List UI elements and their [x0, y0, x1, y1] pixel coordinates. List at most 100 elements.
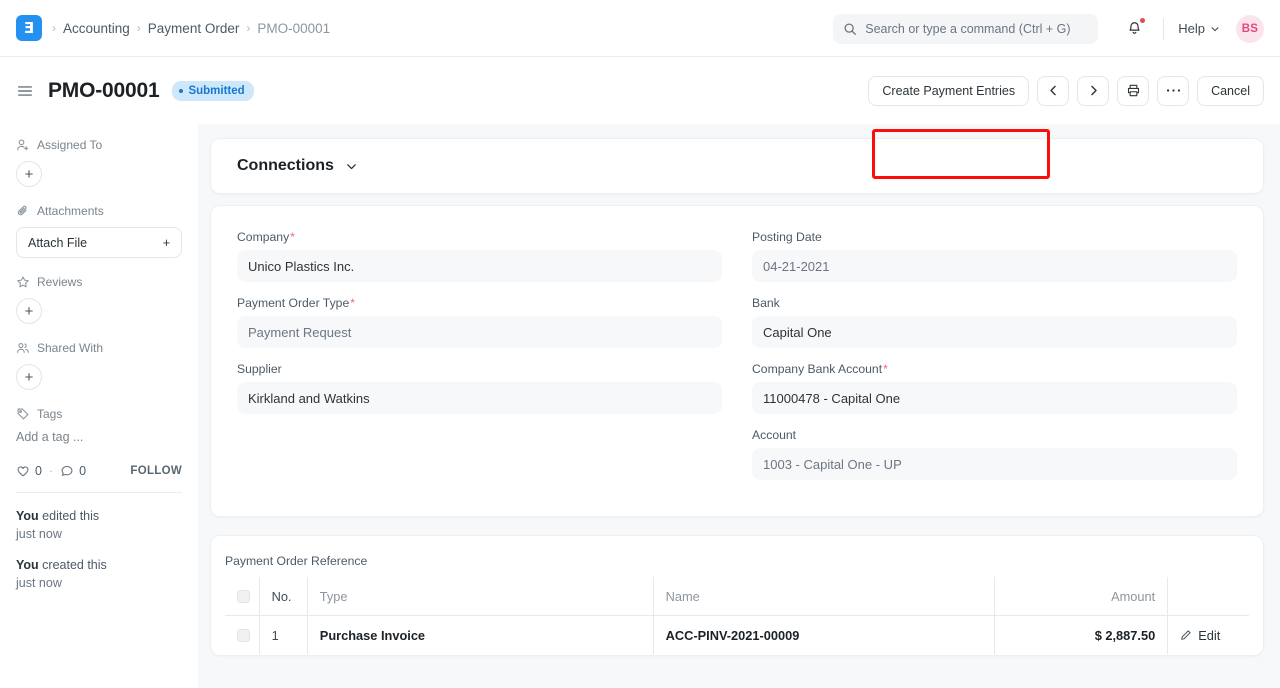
comment-count: 0 [79, 464, 86, 478]
field-payment-order-type-value[interactable]: Payment Request [237, 316, 722, 348]
tag-icon [16, 407, 30, 421]
star-icon [16, 275, 30, 289]
field-posting-date-label: Posting Date [752, 230, 1237, 244]
ellipsis-icon [1166, 88, 1181, 93]
like-count-group[interactable]: 0 [16, 464, 42, 478]
activity-item: You edited this just now [16, 507, 182, 543]
attachments-label-row: Attachments [16, 204, 182, 218]
breadcrumb-item-current: PMO-00001 [257, 21, 330, 36]
field-supplier-value[interactable]: Kirkland and Watkins [237, 382, 722, 414]
row-checkbox[interactable] [237, 629, 250, 642]
field-bank: Bank Capital One [752, 296, 1237, 348]
document-main: Connections Company* Unico Plastics Inc.… [198, 124, 1280, 688]
activity-actor: You [16, 558, 39, 572]
table-row[interactable]: 1 Purchase Invoice ACC-PINV-2021-00009 $… [225, 616, 1250, 655]
like-count: 0 [35, 464, 42, 478]
shared-with-label-row: Shared With [16, 341, 182, 355]
shared-with-label: Shared With [37, 341, 103, 355]
app-logo-letter: E [24, 21, 34, 36]
help-menu[interactable]: Help [1178, 21, 1220, 36]
connections-title: Connections [237, 157, 334, 175]
required-marker: * [883, 362, 888, 376]
field-payment-order-type-label: Payment Order Type* [237, 296, 722, 310]
select-all-checkbox[interactable] [237, 590, 250, 603]
tags-label: Tags [37, 407, 62, 421]
printer-icon [1126, 83, 1141, 98]
sidebar-footer: 0 · 0 FOLLOW You edited this just now [16, 464, 182, 593]
chevron-left-icon [1047, 84, 1060, 97]
edit-row-button[interactable]: Edit [1180, 628, 1237, 643]
top-navbar: E › Accounting › Payment Order › PMO-000… [0, 0, 1280, 57]
previous-document-button[interactable] [1037, 76, 1069, 106]
payment-order-reference-label: Payment Order Reference [225, 554, 1250, 568]
form-column-left: Company* Unico Plastics Inc. Payment Ord… [237, 230, 722, 494]
add-review-button[interactable]: + [16, 298, 42, 324]
sidebar-section-attachments: Attachments Attach File + [16, 204, 182, 258]
field-bank-value[interactable]: Capital One [752, 316, 1237, 348]
engagement-row: 0 · 0 FOLLOW [16, 464, 182, 492]
column-header-type: Type [307, 577, 653, 616]
field-account: Account 1003 - Capital One - UP [752, 428, 1237, 480]
edit-label: Edit [1198, 628, 1220, 643]
field-company-value[interactable]: Unico Plastics Inc. [237, 250, 722, 282]
field-account-value[interactable]: 1003 - Capital One - UP [752, 448, 1237, 480]
assigned-to-label: Assigned To [37, 138, 102, 152]
app-logo[interactable]: E [16, 15, 42, 41]
attachments-label: Attachments [37, 204, 104, 218]
field-posting-date-value[interactable]: 04-21-2021 [752, 250, 1237, 282]
breadcrumb-item-payment-order[interactable]: Payment Order [148, 21, 240, 36]
table-header-row: No. Type Name Amount [225, 577, 1250, 616]
page-header: PMO-00001 Submitted Create Payment Entri… [0, 57, 1280, 124]
payment-order-reference-table: No. Type Name Amount 1 Purchase Invoice … [224, 576, 1250, 655]
cell-no: 1 [259, 616, 307, 655]
chevron-down-icon [1210, 24, 1220, 34]
assigned-to-label-row: Assigned To [16, 138, 182, 152]
search-icon [843, 22, 857, 36]
next-document-button[interactable] [1077, 76, 1109, 106]
cell-name: ACC-PINV-2021-00009 [653, 616, 995, 655]
tags-label-row: Tags [16, 407, 182, 421]
avatar-initials: BS [1242, 23, 1259, 35]
reviews-label: Reviews [37, 275, 82, 289]
print-button[interactable] [1117, 76, 1149, 106]
chevron-right-icon [1087, 84, 1100, 97]
breadcrumb-separator-icon: › [52, 21, 56, 35]
attach-file-label: Attach File [28, 236, 87, 250]
more-options-button[interactable] [1157, 76, 1189, 106]
field-supplier: Supplier Kirkland and Watkins [237, 362, 722, 414]
pencil-icon [1180, 629, 1192, 641]
search-box[interactable] [833, 14, 1098, 44]
users-icon [16, 341, 30, 355]
required-marker: * [290, 230, 295, 244]
cancel-button[interactable]: Cancel [1197, 76, 1264, 106]
add-share-button[interactable]: + [16, 364, 42, 390]
avatar[interactable]: BS [1236, 15, 1264, 43]
plus-icon: + [163, 236, 170, 250]
document-sidebar: Assigned To + Attachments Attach File + [0, 124, 198, 688]
activity-time: just now [16, 574, 182, 592]
connections-toggle[interactable]: Connections [237, 157, 1237, 175]
user-plus-icon [16, 138, 30, 152]
heart-icon [16, 464, 30, 478]
status-badge-label: Submitted [188, 85, 244, 97]
sidebar-toggle-icon[interactable] [16, 82, 34, 100]
notifications-button[interactable] [1120, 14, 1149, 43]
chevron-down-icon [345, 160, 358, 173]
create-payment-entries-button[interactable]: Create Payment Entries [868, 76, 1029, 106]
attach-file-button[interactable]: Attach File + [16, 227, 182, 258]
field-company-bank-account-value[interactable]: 11000478 - Capital One [752, 382, 1237, 414]
breadcrumb: › Accounting › Payment Order › PMO-00001 [52, 21, 330, 36]
sidebar-section-shared-with: Shared With + [16, 341, 182, 390]
add-tag-input[interactable]: Add a tag ... [16, 430, 182, 444]
field-posting-date: Posting Date 04-21-2021 [752, 230, 1237, 282]
activity-item: You created this just now [16, 556, 182, 592]
select-all-cell [225, 577, 260, 616]
status-dot-icon [179, 89, 183, 93]
field-company: Company* Unico Plastics Inc. [237, 230, 722, 282]
breadcrumb-item-accounting[interactable]: Accounting [63, 21, 130, 36]
follow-button[interactable]: FOLLOW [130, 465, 182, 477]
comment-count-group[interactable]: 0 [60, 464, 86, 478]
add-assignment-button[interactable]: + [16, 161, 42, 187]
page-title: PMO-00001 [48, 79, 159, 103]
search-input[interactable] [865, 22, 1088, 36]
